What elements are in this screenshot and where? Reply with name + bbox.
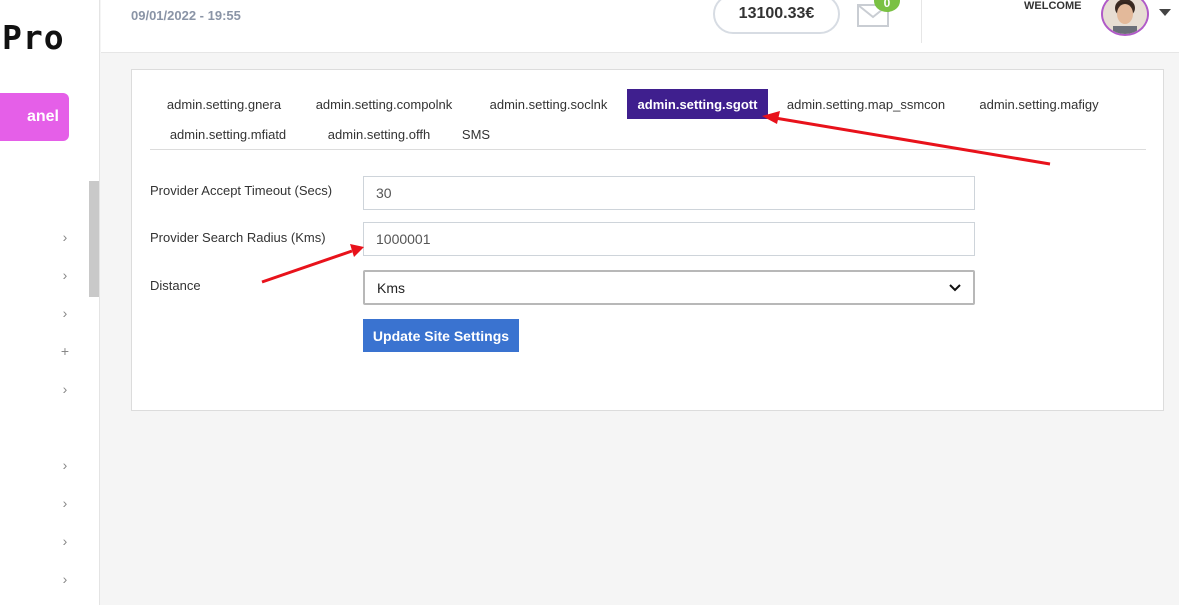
user-avatar-image bbox=[1103, 0, 1147, 34]
tab-general[interactable]: admin.setting.gnera bbox=[150, 89, 298, 119]
brand-logo-text: Pro bbox=[2, 18, 65, 57]
settings-tabs: admin.setting.gnera admin.setting.compol… bbox=[150, 88, 1146, 150]
welcome-label: WELCOME bbox=[1024, 0, 1082, 12]
settings-card: admin.setting.gnera admin.setting.compol… bbox=[131, 69, 1164, 411]
panel-button[interactable]: anel bbox=[0, 93, 69, 141]
search-radius-input[interactable]: 1000001 bbox=[363, 222, 975, 256]
update-site-settings-button[interactable]: Update Site Settings bbox=[363, 319, 519, 352]
header-divider bbox=[921, 0, 922, 43]
sidebar: Pro anel › › › + › › › › › bbox=[0, 0, 100, 605]
tab-offh[interactable]: admin.setting.offh bbox=[306, 119, 452, 149]
tab-mfiatd[interactable]: admin.setting.mfiatd bbox=[150, 119, 306, 149]
tab-sms[interactable]: SMS bbox=[452, 119, 500, 149]
tab-sgott[interactable]: admin.setting.sgott bbox=[627, 89, 768, 119]
sidebar-scrollbar[interactable] bbox=[89, 181, 99, 297]
caret-down-icon[interactable] bbox=[1159, 9, 1171, 16]
avatar[interactable] bbox=[1101, 0, 1149, 36]
chevron-right-icon[interactable]: › bbox=[58, 534, 72, 548]
tab-map-settings[interactable]: admin.setting.map_ssmcon bbox=[777, 89, 955, 119]
top-header: 09/01/2022 - 19:55 13100.33€ 0 WELCOME bbox=[101, 0, 1179, 53]
chevron-right-icon[interactable]: › bbox=[58, 230, 72, 244]
chevron-down-icon bbox=[949, 283, 961, 291]
distance-select[interactable]: Kms bbox=[363, 270, 975, 305]
tab-company-links[interactable]: admin.setting.compolnk bbox=[298, 89, 470, 119]
chevron-right-icon[interactable]: › bbox=[58, 268, 72, 282]
distance-label: Distance bbox=[150, 278, 201, 293]
chevron-right-icon[interactable]: › bbox=[58, 572, 72, 586]
tab-mafigy[interactable]: admin.setting.mafigy bbox=[963, 89, 1115, 119]
datetime-label: 09/01/2022 - 19:55 bbox=[131, 8, 241, 23]
accept-timeout-input[interactable]: 30 bbox=[363, 176, 975, 210]
chevron-right-icon[interactable]: › bbox=[58, 496, 72, 510]
chevron-right-icon[interactable]: › bbox=[58, 382, 72, 396]
accept-timeout-label: Provider Accept Timeout (Secs) bbox=[150, 183, 333, 198]
distance-select-value: Kms bbox=[377, 279, 405, 296]
chevron-right-icon[interactable]: › bbox=[58, 306, 72, 320]
search-radius-label: Provider Search Radius (Kms) bbox=[150, 230, 326, 245]
wallet-balance[interactable]: 13100.33€ bbox=[713, 0, 840, 34]
tab-social-links[interactable]: admin.setting.soclnk bbox=[470, 89, 627, 119]
chevron-right-icon[interactable]: › bbox=[58, 458, 72, 472]
plus-icon[interactable]: + bbox=[58, 344, 72, 358]
